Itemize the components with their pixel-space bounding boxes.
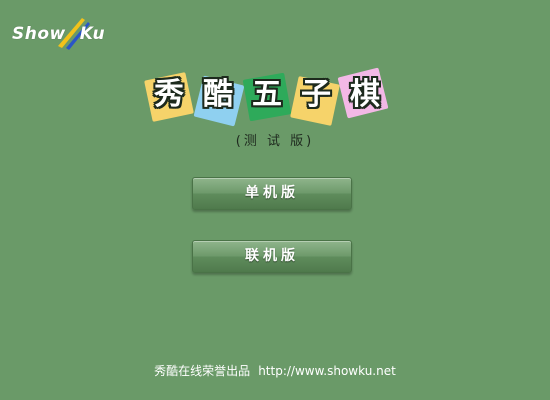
single-player-button[interactable]: 单机版 — [192, 177, 352, 210]
beta-label: (测 试 版) — [235, 134, 315, 149]
footer-credit-text: 秀酷在线荣誉出品 — [154, 364, 251, 378]
title-char-1: 秀 — [154, 77, 184, 112]
title-char-3: 五 — [252, 77, 282, 112]
online-play-button[interactable]: 联机版 — [192, 240, 352, 273]
footer-url[interactable]: http://www.showku.net — [258, 364, 396, 378]
online-play-label: 联机版 — [245, 248, 299, 264]
logo-text-ku: Ku — [79, 24, 106, 44]
footer-credit: 秀酷在线荣誉出品 http://www.showku.net — [0, 362, 550, 379]
logo-text-show: Show — [12, 24, 66, 44]
showku-logo: Show Ku — [12, 12, 108, 56]
single-player-label: 单机版 — [245, 185, 299, 201]
title-char-4: 子 — [301, 77, 331, 112]
game-title: 秀 酷 五 子 棋 — [142, 66, 392, 127]
title-char-2: 酷 — [203, 77, 233, 112]
title-char-5: 棋 — [350, 77, 380, 112]
